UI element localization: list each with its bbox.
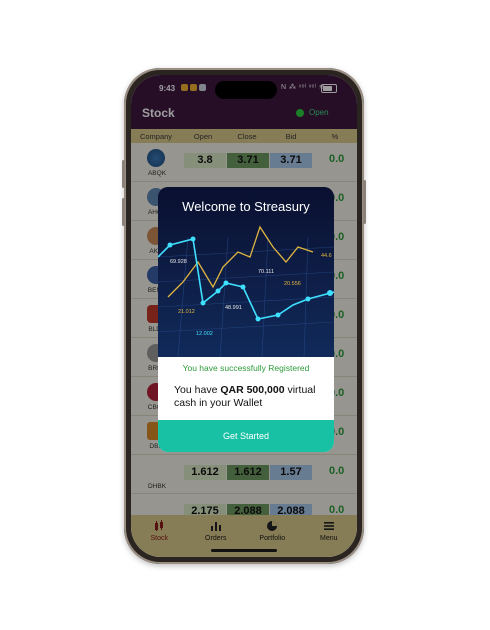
hero-chart-image: 69.928 70.111 44.6 20.556 48.991 21.012 … [158, 187, 334, 357]
welcome-dialog: 69.928 70.111 44.6 20.556 48.991 21.012 … [158, 187, 334, 452]
chart-label: 69.928 [170, 259, 187, 265]
side-button [122, 160, 125, 188]
get-started-button[interactable]: Get Started [158, 420, 334, 452]
success-message: You have successfully Registered [182, 363, 310, 373]
chart-label: 44.6 [321, 253, 332, 259]
wallet-message-prefix: You have [174, 384, 221, 396]
chart-label: 70.111 [258, 269, 274, 275]
wallet-message: You have QAR 500,000 virtual cash in you… [174, 384, 324, 410]
power-button [363, 180, 366, 224]
side-button [122, 198, 125, 226]
wallet-amount: QAR 500,000 [220, 384, 285, 396]
chart-label: 12.002 [196, 331, 213, 337]
home-indicator[interactable] [211, 549, 277, 552]
chart-label: 20.556 [284, 281, 301, 287]
dialog-title: Welcome to Streasury [182, 199, 310, 214]
chart-label: 48.991 [225, 305, 242, 311]
app-screen: 9:43 N ⁂ ᵛᵒˡ ᵛᵒˡ ≋ Stock Open Company Op… [131, 75, 357, 557]
chart-label: 21.012 [178, 309, 195, 315]
